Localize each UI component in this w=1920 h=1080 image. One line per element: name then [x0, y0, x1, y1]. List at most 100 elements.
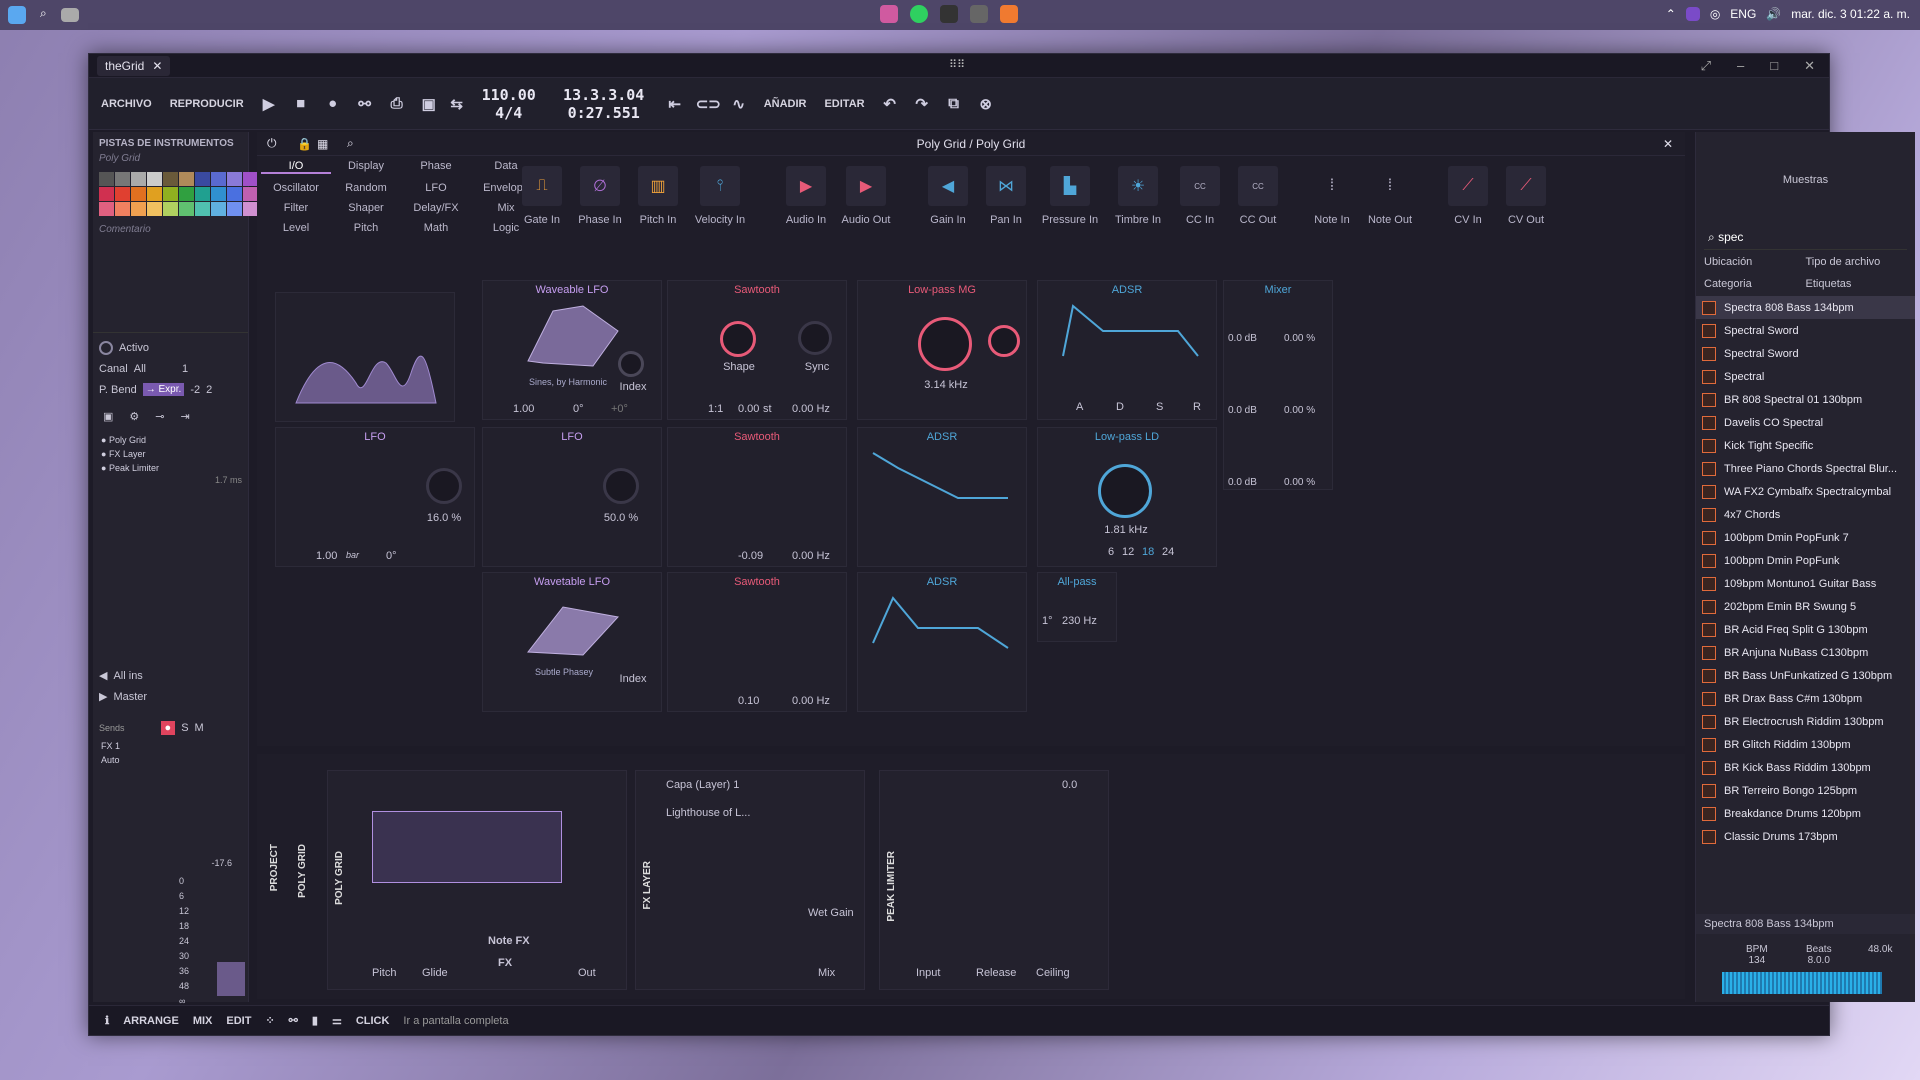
slope-12[interactable]: 12 [1122, 546, 1134, 558]
selected-sample[interactable]: Spectra 808 Bass 134bpm [1696, 914, 1915, 934]
sample-item[interactable]: BR Bass UnFunkatized G 130bpm [1696, 664, 1915, 687]
close-window-icon[interactable]: ✕ [1804, 58, 1815, 74]
grid-preview[interactable] [372, 811, 562, 883]
overdub-icon[interactable]: ▣ [418, 95, 440, 113]
ratio-value[interactable]: 1:1 [708, 403, 723, 415]
bitwig-icon[interactable] [1000, 5, 1018, 23]
note-icon[interactable]: ⁘ [265, 1014, 274, 1027]
hz-value[interactable]: 0.00 Hz [792, 550, 830, 562]
sample-item[interactable]: 100bpm Dmin PopFunk [1696, 549, 1915, 572]
filter-category[interactable]: Categoria [1704, 278, 1806, 290]
hz-value[interactable]: 0.00 Hz [792, 403, 830, 415]
module-note-out[interactable]: ⁞ Note Out [1361, 166, 1419, 226]
stop-icon[interactable]: ■ [290, 95, 312, 112]
play-icon[interactable]: ▶ [258, 95, 280, 113]
filter-location[interactable]: Ubicación [1704, 256, 1806, 268]
onenote-icon[interactable] [1685, 7, 1700, 21]
note-fx-button[interactable]: Note FX [488, 935, 530, 947]
panel-icon[interactable]: ▮ [312, 1014, 318, 1027]
chain-item[interactable]: ● Peak Limiter [93, 461, 248, 475]
sample-item[interactable]: Davelis CO Spectral [1696, 411, 1915, 434]
volume-icon[interactable]: 🔊 [1766, 7, 1781, 21]
cat-level[interactable]: Level [261, 222, 331, 234]
sample-item[interactable]: BR Glitch Riddim 130bpm [1696, 733, 1915, 756]
chain-icon[interactable]: ⊸ [155, 410, 164, 423]
sample-item[interactable]: BR Acid Freq Split G 130bpm [1696, 618, 1915, 641]
clock[interactable]: mar. dic. 3 01:22 a. m. [1791, 7, 1910, 21]
track-name[interactable]: Poly Grid [93, 151, 248, 166]
fx-button[interactable]: FX [498, 957, 512, 969]
close-icon[interactable]: ✕ [1663, 137, 1673, 151]
cat-pitch[interactable]: Pitch [331, 222, 401, 234]
semitone-value[interactable]: 0.00 [738, 403, 759, 415]
module-audio-out[interactable]: ▶ Audio Out [835, 166, 897, 226]
solo-button[interactable]: S [181, 722, 188, 734]
comment-field[interactable]: Comentario [93, 222, 248, 237]
module-cv-out[interactable]: ⟋ CV Out [1497, 166, 1555, 226]
lfo2-amount-knob[interactable] [603, 468, 639, 504]
search-text[interactable]: spec [1718, 230, 1743, 244]
terminal-icon[interactable] [940, 5, 958, 23]
automation-label[interactable]: Auto [93, 753, 248, 767]
print-icon[interactable]: ⎙ [386, 95, 408, 112]
fullscreen-icon[interactable]: ⤢ [1701, 58, 1711, 74]
cat-filter[interactable]: Filter [261, 202, 331, 214]
chain-item[interactable]: ● FX Layer [93, 447, 248, 461]
sample-item[interactable]: Spectral Sword [1696, 342, 1915, 365]
wavetable-lfo-node[interactable]: Waveable LFO Sines, by Harmonic Index 1.… [482, 280, 662, 420]
slope-24[interactable]: 24 [1162, 546, 1174, 558]
power-icon[interactable] [99, 341, 113, 355]
add-menu[interactable]: AÑADIR [760, 95, 811, 113]
adsr-node-3[interactable]: ADSR [857, 572, 1027, 712]
cat-random[interactable]: Random [331, 182, 401, 194]
mixer-pan-1[interactable]: 0.00 % [1284, 333, 1315, 344]
channel-select[interactable]: All [134, 363, 146, 375]
wavetable-lfo-node-2[interactable]: Wavetable LFO Subtle Phasey Index [482, 572, 662, 712]
volume-fader[interactable] [217, 962, 245, 996]
mixer-gain-2[interactable]: 0.0 dB [1228, 405, 1257, 416]
sample-item[interactable]: BR 808 Spectral 01 130bpm [1696, 388, 1915, 411]
cutoff-knob[interactable] [918, 317, 972, 371]
undo-icon[interactable]: ↶ [879, 95, 901, 113]
arrange-button[interactable]: ARRANGE [123, 1015, 179, 1027]
chain-item[interactable]: ● Poly Grid [93, 433, 248, 447]
sample-item[interactable]: 4x7 Chords [1696, 503, 1915, 526]
semitone-value[interactable]: 0.10 [738, 695, 759, 707]
sample-item[interactable]: Spectral Sword [1696, 319, 1915, 342]
close-icon[interactable]: ✕ [152, 59, 162, 73]
channel-number[interactable]: 1 [182, 363, 188, 375]
mixer-gain-1[interactable]: 0.0 dB [1228, 333, 1257, 344]
search-icon[interactable]: ⌕ [40, 6, 47, 24]
windows-start-icon[interactable] [8, 6, 26, 24]
module-gain-in[interactable]: ◀ Gain In [919, 166, 977, 226]
allpass-node[interactable]: All-pass 1° 230 Hz [1037, 572, 1117, 642]
grip-icon[interactable]: ⠿⠿ [949, 58, 965, 71]
adsr-node-2[interactable]: ADSR [857, 427, 1027, 567]
semitone-value[interactable]: -0.09 [738, 550, 763, 562]
sample-item[interactable]: WA FX2 Cymbalfx Spectralcymbal [1696, 480, 1915, 503]
lowpass-ld-node[interactable]: Low-pass LD 1.81 kHz 6 12 18 24 [1037, 427, 1217, 567]
position-display[interactable]: 13.3.3.04 0:27.551 [554, 86, 654, 122]
module-pressure-in[interactable]: ▙ Pressure In [1035, 166, 1105, 226]
cat-shaper[interactable]: Shaper [331, 202, 401, 214]
module-phase-in[interactable]: ∅ Phase In [571, 166, 629, 226]
sample-item[interactable]: 109bpm Montuno1 Guitar Bass [1696, 572, 1915, 595]
module-cc-in[interactable]: CC CC In [1171, 166, 1229, 226]
play-menu[interactable]: REPRODUCIR [166, 95, 248, 113]
maximize-icon[interactable]: □ [1770, 58, 1778, 74]
gear-icon[interactable]: ⚙ [129, 410, 139, 423]
lfo-rate-unit[interactable]: bar [346, 550, 359, 560]
module-gate-in[interactable]: ⎍ Gate In [513, 166, 571, 226]
record-icon[interactable]: ● [322, 95, 344, 112]
hz-value[interactable]: 0.00 Hz [792, 695, 830, 707]
resonance-knob[interactable] [988, 325, 1020, 357]
bpm-value[interactable]: 134 [1746, 955, 1768, 966]
project-tab[interactable]: theGrid ✕ [97, 55, 171, 76]
sample-item[interactable]: BR Kick Bass Riddim 130bpm [1696, 756, 1915, 779]
slope-6[interactable]: 6 [1108, 546, 1114, 558]
redo-icon[interactable]: ↷ [911, 95, 933, 113]
wifi-icon[interactable]: ◎ [1710, 7, 1720, 21]
cat-delay[interactable]: Delay/FX [401, 202, 471, 214]
lfo-phase-value[interactable]: 0° [386, 550, 397, 562]
pb-high[interactable]: 2 [206, 384, 212, 396]
